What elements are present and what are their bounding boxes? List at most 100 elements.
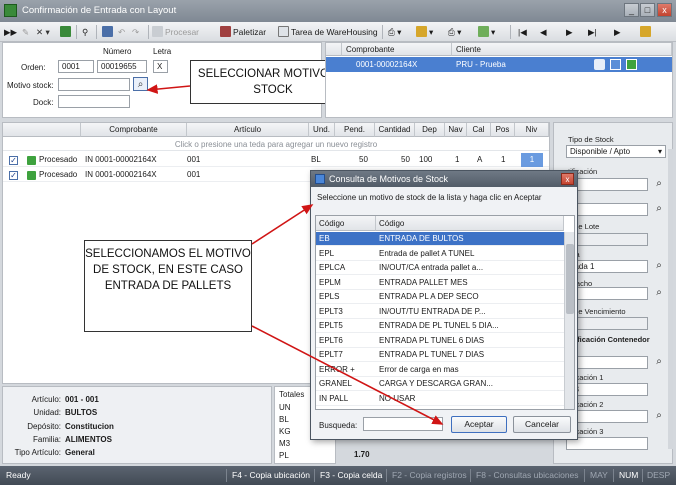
cancelar-button[interactable]: Cancelar [513, 416, 571, 433]
niv-cell[interactable]: 1 [521, 153, 543, 167]
row-checkbox[interactable]: ✓ [9, 156, 18, 165]
ident1-field[interactable]: 93 [566, 383, 648, 396]
despacho-search-icon[interactable]: ⌕ [652, 286, 666, 300]
tipo-stock-label: Tipo de Stock [568, 135, 614, 144]
orden-field[interactable]: 0001 [58, 60, 94, 73]
main-header-und[interactable]: Und. [309, 123, 335, 137]
main-header-comprobante[interactable]: Comprobante [81, 123, 187, 137]
motivo-code: EPLT6 [319, 335, 343, 345]
grid-header-cliente[interactable]: Cliente [452, 43, 672, 56]
list-item[interactable]: EPLT5 ENTRADA DE PL TUNEL 5 DIA... [316, 319, 564, 333]
ident-search-icon[interactable]: ⌕ [652, 409, 666, 435]
list-scrollbar[interactable] [564, 232, 574, 409]
tarea-warehousing-button[interactable]: Tarea de WareHousing [278, 25, 378, 39]
motivo-stock-search-button[interactable]: ⌕ [133, 77, 148, 91]
nav-first-icon[interactable]: |◀ [518, 25, 527, 39]
save-icon[interactable] [102, 25, 115, 39]
list-item[interactable]: IN PALL NO USAR [316, 392, 564, 406]
right-panel-scrollbar[interactable] [668, 149, 673, 449]
new-row-hint[interactable]: Click o presione una teda para agregar u… [3, 138, 549, 151]
vencimiento-field[interactable] [566, 317, 648, 330]
grid-icon[interactable] [60, 25, 73, 39]
search-icon[interactable]: ⚲ [82, 25, 88, 39]
detail-tipo-label: Tipo Artículo: [14, 448, 61, 457]
procesar-button[interactable]: Procesar [152, 25, 199, 39]
main-header-cantidad[interactable]: Cantidad [375, 123, 415, 137]
numero-field[interactable]: 00019655 [97, 60, 147, 73]
cantidad-field[interactable] [566, 356, 648, 369]
motivo-code: GRANEL [319, 379, 352, 388]
salida-field[interactable]: dada 1 [566, 260, 648, 273]
list-header-codigo[interactable]: Código [316, 216, 376, 231]
undo-icon[interactable]: ↶ [118, 25, 125, 39]
minimize-button[interactable]: _ [624, 3, 639, 17]
motivo-code: EPLCA [319, 263, 346, 272]
close-button[interactable]: x [657, 3, 672, 17]
identificacion-field-2[interactable] [566, 203, 648, 216]
ident3-field[interactable] [566, 437, 648, 450]
main-header-pend[interactable]: Pend. [335, 123, 375, 137]
row-checkbox[interactable]: ✓ [9, 171, 18, 180]
tipo-stock-select[interactable]: Disponible / Apto ▾ [566, 145, 666, 158]
first-record-icon[interactable]: ▶▶ [4, 25, 17, 39]
main-header-cal[interactable]: Cal [467, 123, 491, 137]
main-header-articulo[interactable]: Artículo [187, 123, 309, 137]
detail-deposito-value: Constitucion [65, 422, 114, 431]
maximize-button[interactable]: □ [640, 3, 655, 17]
letra-field[interactable]: X [153, 60, 168, 73]
list-item[interactable]: EPLT7 ENTRADA PL TUNEL 7 DIAS [316, 348, 564, 362]
salida-search-icon[interactable]: ⌕ [652, 259, 666, 273]
nav-next-icon[interactable]: ▶ [566, 25, 573, 39]
dialog-close-button[interactable]: x [561, 173, 574, 185]
lote-field[interactable] [566, 233, 648, 246]
view-row-icon[interactable] [610, 59, 621, 70]
nav-prev-icon[interactable]: ◀ [540, 25, 547, 39]
list-item[interactable]: EPL Entrada de pallet A TUNEL [316, 247, 564, 261]
paletizar-button[interactable]: Paletizar [220, 25, 266, 39]
print-icon[interactable]: ⎙ ▾ [388, 25, 401, 39]
list-item[interactable]: EPLS ENTRADA PL A DEP SECO [316, 290, 564, 304]
list-item[interactable]: EPLT6 ENTRADA PL TUNEL 6 DIAS [316, 334, 564, 348]
search-row-icon[interactable] [594, 59, 605, 70]
list-item[interactable]: EPLM ENTRADA PALLET MES [316, 276, 564, 290]
list-item[interactable]: EB ENTRADA DE BULTOS [316, 232, 564, 246]
main-header-niv[interactable]: Niv [515, 123, 549, 137]
check-icon[interactable]: ▾ [478, 25, 495, 39]
cantidad-search-icon[interactable]: ⌕ [652, 355, 666, 369]
list-item[interactable]: ERROR + Error de carga en mas [316, 363, 564, 377]
list-item[interactable]: EPLT3 IN/OUT/TU ENTRADA DE P... [316, 305, 564, 319]
list-header-descripcion[interactable]: Código [376, 216, 564, 231]
nav-last-icon[interactable]: ▶| [588, 25, 597, 39]
grid-row-icon[interactable] [626, 59, 637, 70]
totales-unit-bl: BL [279, 415, 289, 424]
scroll-thumb[interactable] [566, 244, 574, 314]
ident2-field[interactable] [566, 410, 648, 423]
list-item[interactable]: EPLCA IN/OUT/CA entrada pallet a... [316, 261, 564, 275]
delete-icon[interactable]: ✕ ▾ [36, 25, 50, 39]
despacho-field[interactable] [566, 287, 648, 300]
detail-familia-value: ALIMENTOS [65, 435, 112, 444]
export-icon[interactable]: ▾ [416, 25, 433, 39]
list-item[interactable]: GRANEL CARGA Y DESCARGA GRAN... [316, 377, 564, 391]
comprobante-row[interactable]: 0001-00002164X PRU - Prueba [326, 57, 672, 72]
printer-settings-icon[interactable]: ⎙ ▾ [448, 25, 461, 39]
grid-header-comprobante[interactable]: Comprobante [342, 43, 452, 56]
settings-icon[interactable] [640, 25, 653, 39]
identificacion-2-search-icon[interactable]: ⌕ [652, 202, 666, 216]
nav-extra-icon[interactable]: ▶ [614, 25, 621, 39]
motivo-stock-field[interactable] [58, 78, 130, 91]
totales-unit-un: UN [279, 403, 291, 412]
dock-field[interactable] [58, 95, 130, 108]
redo-icon[interactable]: ↷ [132, 25, 139, 39]
table-row[interactable]: ✓ Procesado IN 0001-00002164X 001 BL 50 … [3, 153, 549, 167]
identificacion-search-icon[interactable]: ⌕ [652, 177, 666, 191]
main-header-pos[interactable]: Pos [491, 123, 515, 137]
aceptar-button[interactable]: Aceptar [451, 416, 507, 433]
identificacion-field[interactable] [566, 178, 648, 191]
edit-icon[interactable]: ✎ [22, 25, 29, 39]
busqueda-input[interactable] [363, 417, 443, 431]
main-header-nav[interactable]: Nav [445, 123, 467, 137]
detail-deposito-label: Depósito: [27, 422, 61, 431]
main-header-dep[interactable]: Dep [415, 123, 445, 137]
totales-pl-value: 1.70 [354, 450, 370, 459]
